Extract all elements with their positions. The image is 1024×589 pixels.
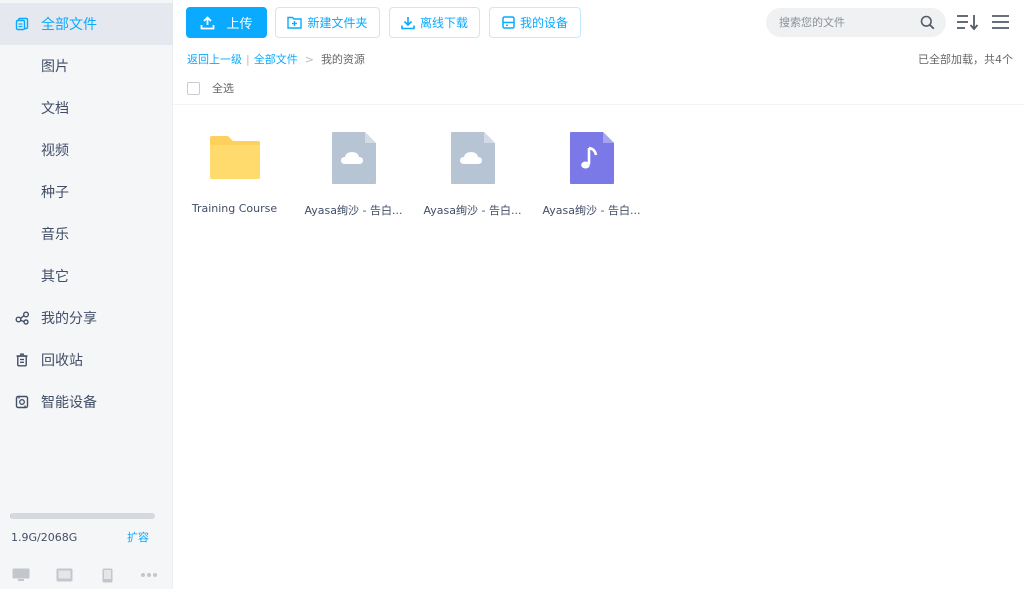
file-item-folder[interactable]: Training Course xyxy=(177,120,292,230)
storage-quota: 1.9G/2068G 扩容 xyxy=(10,513,155,544)
files-icon xyxy=(14,16,30,32)
cloud-file-icon xyxy=(331,132,376,184)
sidebar-item-label: 图片 xyxy=(41,59,69,75)
file-name: Ayasa绚沙 - 告白... xyxy=(423,204,522,217)
sidebar-item-label: 视频 xyxy=(41,143,69,159)
new-folder-icon xyxy=(287,16,303,29)
sidebar-item-label: 种子 xyxy=(41,185,69,201)
list-divider xyxy=(173,104,1024,105)
new-folder-label: 新建文件夹 xyxy=(307,16,368,30)
upload-label: 上传 xyxy=(226,17,253,32)
offline-download-button[interactable]: 离线下载 xyxy=(389,7,480,38)
sidebar-item-label: 文档 xyxy=(41,101,69,117)
sort-icon[interactable] xyxy=(955,11,979,33)
breadcrumb-current: 我的资源 xyxy=(320,53,365,66)
file-count-status: 已全部加载，共4个 xyxy=(918,53,1013,66)
trash-icon xyxy=(14,352,30,368)
app-window: 全部文件 图片 文档 视频 种子 音乐 其它 我的分享 回收站 智能设备 1.9… xyxy=(0,0,1024,589)
devices-icon xyxy=(502,16,515,29)
toolbar: 上传 新建文件夹 离线下载 我的设备 xyxy=(173,0,1024,44)
offline-download-label: 离线下载 xyxy=(419,16,468,30)
select-all-checkbox[interactable] xyxy=(187,81,200,95)
phone-icon[interactable] xyxy=(97,566,117,584)
file-item-music[interactable]: Ayasa绚沙 - 告白... xyxy=(534,120,649,230)
file-name: Training Course xyxy=(191,202,278,215)
download-icon xyxy=(401,16,415,29)
file-item-cloud[interactable]: Ayasa绚沙 - 告白... xyxy=(296,120,411,230)
search-icon[interactable] xyxy=(920,15,935,34)
sidebar-item-videos[interactable]: 视频 xyxy=(0,129,173,171)
more-icon[interactable] xyxy=(139,566,159,584)
select-all-label: 全选 xyxy=(212,82,234,95)
sidebar-item-documents[interactable]: 文档 xyxy=(0,87,173,129)
file-name: Ayasa绚沙 - 告白... xyxy=(542,204,641,217)
my-devices-button[interactable]: 我的设备 xyxy=(489,7,581,38)
breadcrumb-divider: | xyxy=(246,52,250,66)
file-name: Ayasa绚沙 - 告白... xyxy=(304,204,403,217)
music-file-icon xyxy=(569,132,614,184)
sidebar-item-label: 回收站 xyxy=(41,353,83,369)
sidebar-item-label: 全部文件 xyxy=(41,17,97,33)
sidebar-item-recycle-bin[interactable]: 回收站 xyxy=(0,339,173,381)
sidebar-item-images[interactable]: 图片 xyxy=(0,45,173,87)
search-input[interactable] xyxy=(779,16,914,29)
sidebar-item-label: 其它 xyxy=(41,269,69,285)
sidebar-item-smart-devices[interactable]: 智能设备 xyxy=(0,381,173,423)
search-box xyxy=(766,8,946,37)
upload-button[interactable]: 上传 xyxy=(186,7,267,38)
share-icon xyxy=(14,310,30,326)
menu-icon[interactable] xyxy=(988,11,1012,33)
sidebar-item-all-files[interactable]: 全部文件 xyxy=(0,3,173,45)
storage-usage-text: 1.9G/2068G xyxy=(11,530,78,544)
storage-progress-bar xyxy=(10,513,155,519)
sidebar-item-label: 我的分享 xyxy=(41,311,97,327)
sidebar-item-music[interactable]: 音乐 xyxy=(0,213,173,255)
desktop-icon[interactable] xyxy=(11,566,31,584)
sidebar-item-label: 智能设备 xyxy=(41,395,97,411)
sidebar-nav: 全部文件 图片 文档 视频 种子 音乐 其它 我的分享 回收站 智能设备 xyxy=(0,3,173,423)
select-all: 全选 xyxy=(187,80,234,96)
expand-storage-link[interactable]: 扩容 xyxy=(127,529,149,545)
breadcrumb-separator: > xyxy=(304,52,314,66)
upload-icon xyxy=(201,15,215,29)
breadcrumb-all-files-link[interactable]: 全部文件 xyxy=(254,51,298,67)
device-icon xyxy=(14,394,30,410)
sidebar-item-my-shares[interactable]: 我的分享 xyxy=(0,297,173,339)
new-folder-button[interactable]: 新建文件夹 xyxy=(275,7,380,38)
cloud-file-icon xyxy=(450,132,495,184)
storage-progress-fill xyxy=(10,513,12,519)
sidebar-item-torrents[interactable]: 种子 xyxy=(0,171,173,213)
sidebar-item-label: 音乐 xyxy=(41,227,69,243)
breadcrumb-back-link[interactable]: 返回上一级 xyxy=(187,51,242,67)
sidebar: 全部文件 图片 文档 视频 种子 音乐 其它 我的分享 回收站 智能设备 1.9… xyxy=(0,0,173,589)
tablet-icon[interactable] xyxy=(54,566,74,584)
breadcrumb: 返回上一级 | 全部文件 > 我的资源 xyxy=(187,51,365,67)
client-download-icons xyxy=(0,566,173,586)
file-item-cloud[interactable]: Ayasa绚沙 - 告白... xyxy=(415,120,530,230)
folder-icon xyxy=(209,136,260,179)
my-devices-label: 我的设备 xyxy=(519,16,568,30)
sidebar-item-others[interactable]: 其它 xyxy=(0,255,173,297)
